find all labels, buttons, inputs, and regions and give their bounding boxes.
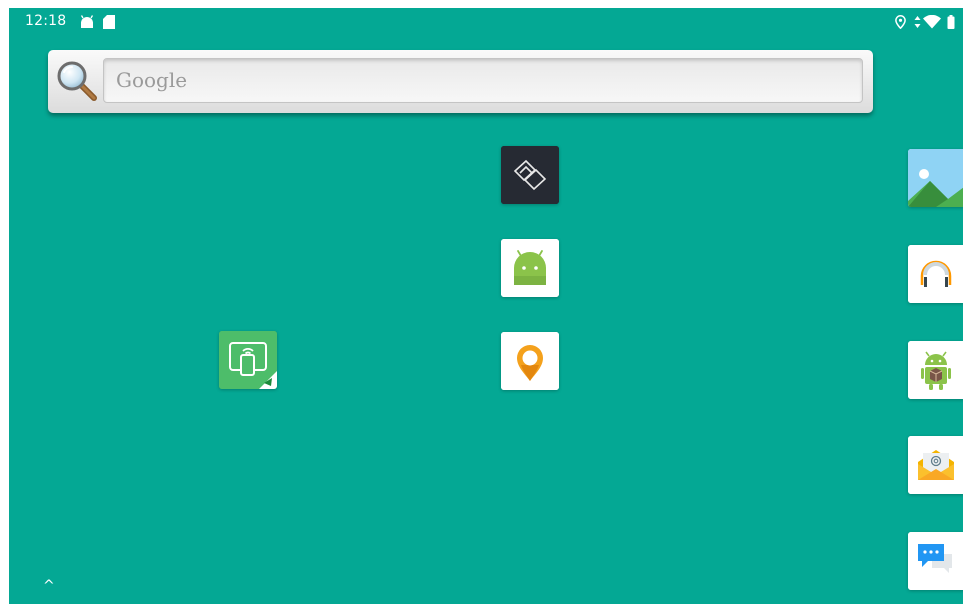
screen-cast-icon bbox=[219, 331, 277, 389]
magnifier-icon[interactable] bbox=[56, 60, 98, 106]
location-icon bbox=[895, 14, 906, 33]
data-arrows-icon bbox=[914, 14, 921, 33]
google-search-widget[interactable]: Google bbox=[48, 50, 873, 113]
email-app[interactable] bbox=[908, 436, 963, 494]
status-time: 12:18 bbox=[25, 13, 67, 29]
sd-card-icon bbox=[103, 14, 115, 33]
android-app-shortcut[interactable] bbox=[501, 239, 559, 297]
search-placeholder: Google bbox=[116, 68, 188, 92]
package-installer-app[interactable] bbox=[908, 341, 963, 399]
gallery-icon bbox=[908, 149, 963, 207]
maps-app-shortcut[interactable] bbox=[501, 332, 559, 390]
messaging-app[interactable] bbox=[908, 532, 963, 590]
android-notification-icon bbox=[79, 14, 95, 33]
android-robot-icon bbox=[501, 239, 559, 297]
android-package-icon bbox=[908, 341, 963, 399]
gallery-app[interactable] bbox=[908, 149, 963, 207]
status-bar: 12:18 bbox=[9, 8, 963, 36]
map-pin-icon bbox=[501, 332, 559, 390]
email-icon bbox=[908, 436, 963, 494]
messaging-icon bbox=[908, 532, 963, 590]
mirror-squares-icon bbox=[501, 146, 559, 204]
app-drawer-handle[interactable]: ^ bbox=[43, 578, 55, 594]
screen-cast-app-shortcut[interactable] bbox=[219, 331, 277, 389]
headphones-icon bbox=[908, 245, 963, 303]
wifi-icon bbox=[923, 14, 941, 33]
music-app[interactable] bbox=[908, 245, 963, 303]
search-input[interactable]: Google bbox=[103, 58, 863, 103]
battery-icon bbox=[947, 14, 955, 33]
mirror-app-shortcut[interactable] bbox=[501, 146, 559, 204]
home-screen: 12:18 Google ^ bbox=[9, 8, 963, 604]
